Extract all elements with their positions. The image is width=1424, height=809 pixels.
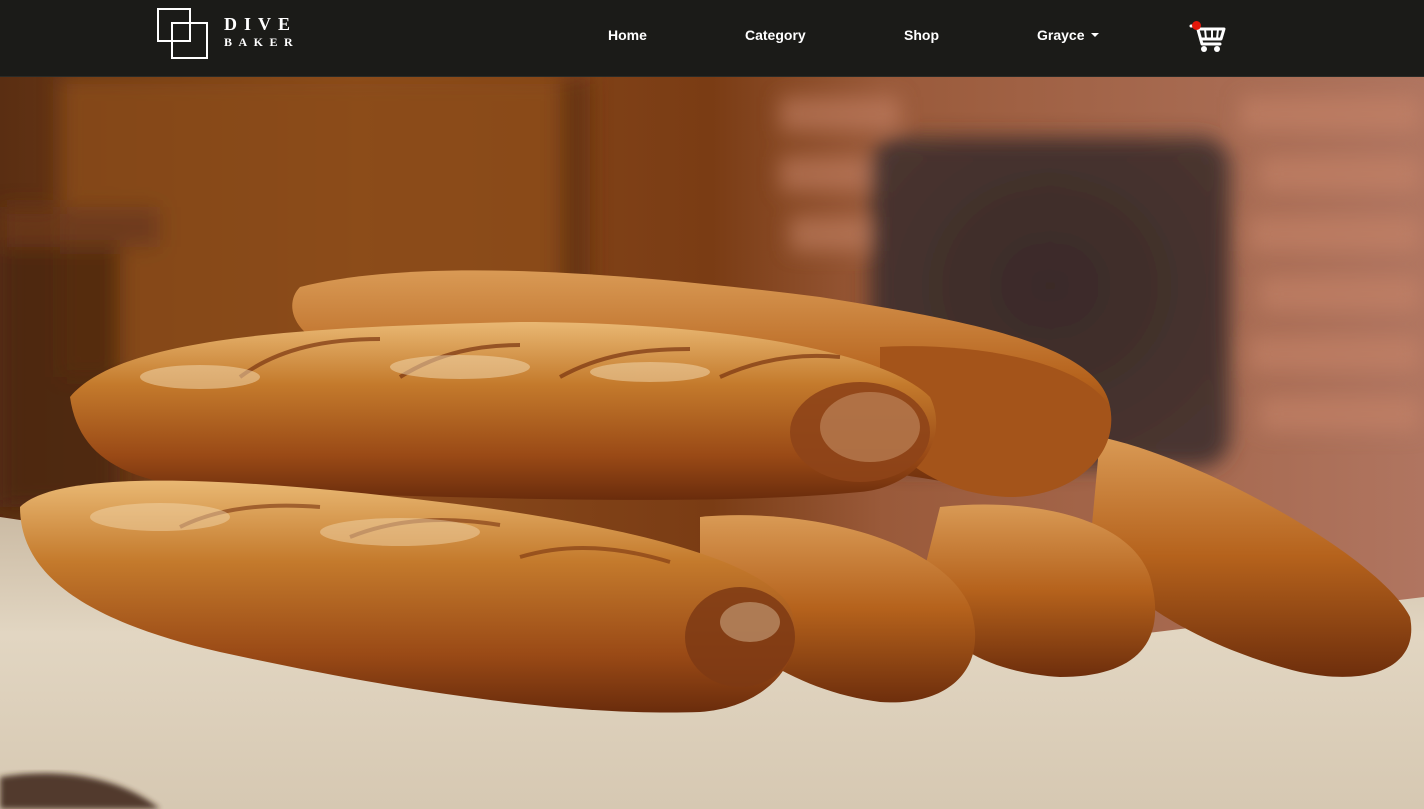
cart-badge [1192,21,1201,30]
nav-category-link[interactable]: Category [745,26,806,44]
hero-baguettes-image [0,77,1424,809]
overlapping-squares-icon [157,8,208,59]
hero-banner [0,77,1424,809]
cart-button[interactable] [1188,18,1228,54]
nav-home-link[interactable]: Home [608,26,647,44]
top-navbar: DIVE BAKER Home Category Shop Grayce [0,0,1424,77]
user-name: Grayce [1037,27,1085,43]
user-dropdown-toggle[interactable]: Grayce [1037,26,1100,44]
brand-name-line1: DIVE [224,14,298,34]
chevron-down-icon [1091,33,1100,37]
brand-name-line2: BAKER [224,35,300,49]
brand-logo-link[interactable]: DIVE BAKER [157,8,312,60]
nav-shop-link[interactable]: Shop [904,26,939,44]
